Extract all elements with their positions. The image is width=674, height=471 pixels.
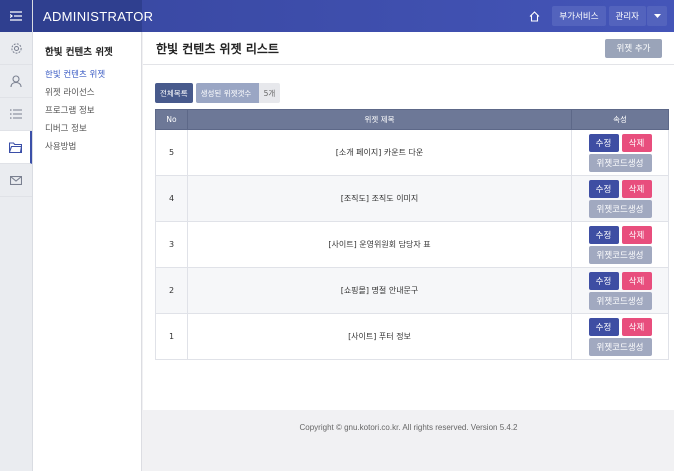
row-actions: 수정 삭제 위젯코드생성 xyxy=(571,267,669,314)
gear-icon[interactable] xyxy=(0,32,32,65)
edit-button[interactable]: 수정 xyxy=(588,225,619,244)
folder-icon[interactable] xyxy=(0,131,32,164)
sidebar-item-debug[interactable]: 디버그 정보 xyxy=(45,120,141,138)
row-title: [사이트] 푸터 정보 xyxy=(187,313,572,360)
table-row: 5 [소개 페이지] 카운트 다운 수정 삭제 위젯코드생성 xyxy=(155,129,669,176)
addons-button[interactable]: 부가서비스 xyxy=(552,6,606,26)
column-header-title: 위젯 제목 xyxy=(187,109,572,130)
page-title: 한빛 컨텐츠 위젯 리스트 xyxy=(156,41,279,56)
delete-button[interactable]: 삭제 xyxy=(621,225,652,244)
page-header: 한빛 컨텐츠 위젯 리스트 위젯 추가 xyxy=(143,32,674,65)
delete-button[interactable]: 삭제 xyxy=(621,271,652,290)
menu-toggle-icon[interactable] xyxy=(0,0,32,32)
chevron-down-icon[interactable] xyxy=(647,6,667,26)
filter-all-button[interactable]: 전체목록 xyxy=(155,83,193,103)
delete-button[interactable]: 삭제 xyxy=(621,179,652,198)
column-header-no: No xyxy=(155,109,188,130)
column-header-actions: 속성 xyxy=(571,109,669,130)
row-number: 4 xyxy=(155,175,188,222)
row-actions: 수정 삭제 위젯코드생성 xyxy=(571,313,669,360)
sidebar-item-program-info[interactable]: 프로그램 정보 xyxy=(45,102,141,120)
brand-logo[interactable]: ADMINISTRATOR xyxy=(33,0,153,32)
row-actions: 수정 삭제 위젯코드생성 xyxy=(571,221,669,268)
sidebar: 한빛 컨텐츠 위젯 한빛 컨텐츠 위젯 위젯 라이선스 프로그램 정보 디버그 … xyxy=(33,32,142,471)
main-area: 한빛 컨텐츠 위젯 리스트 위젯 추가 전체목록 생성된 위젯갯수 5개 No … xyxy=(143,32,674,471)
delete-button[interactable]: 삭제 xyxy=(621,133,652,152)
generate-code-button[interactable]: 위젯코드생성 xyxy=(588,337,652,356)
row-actions: 수정 삭제 위젯코드생성 xyxy=(571,129,669,176)
admin-button[interactable]: 관리자 xyxy=(608,6,646,26)
table-row: 1 [사이트] 푸터 정보 수정 삭제 위젯코드생성 xyxy=(155,313,669,360)
delete-button[interactable]: 삭제 xyxy=(621,317,652,336)
edit-button[interactable]: 수정 xyxy=(588,317,619,336)
row-actions: 수정 삭제 위젯코드생성 xyxy=(571,175,669,222)
row-number: 3 xyxy=(155,221,188,268)
table-row: 4 [조직도] 조직도 이미지 수정 삭제 위젯코드생성 xyxy=(155,175,669,222)
sidebar-item-license[interactable]: 위젯 라이선스 xyxy=(45,84,141,102)
content-panel: 전체목록 생성된 위젯갯수 5개 No 위젯 제목 속성 5 [소개 페이지] … xyxy=(143,65,674,410)
mail-icon[interactable] xyxy=(0,164,32,197)
widget-table: No 위젯 제목 속성 5 [소개 페이지] 카운트 다운 수정 삭제 위젯코드… xyxy=(155,109,669,360)
row-number: 1 xyxy=(155,313,188,360)
add-widget-button[interactable]: 위젯 추가 xyxy=(605,38,662,58)
top-navbar: ADMINISTRATOR 부가서비스 관리자 xyxy=(33,0,674,32)
generate-code-button[interactable]: 위젯코드생성 xyxy=(588,291,652,310)
widget-count-badge: 5개 xyxy=(258,83,281,103)
generate-code-button[interactable]: 위젯코드생성 xyxy=(588,199,652,218)
row-number: 2 xyxy=(155,267,188,314)
footer-copyright: Copyright © gnu.kotori.co.kr. All rights… xyxy=(299,423,518,432)
edit-button[interactable]: 수정 xyxy=(588,179,619,198)
row-title: [조직도] 조직도 이미지 xyxy=(187,175,572,222)
table-row: 3 [사이트] 운영위원회 담당자 표 수정 삭제 위젯코드생성 xyxy=(155,221,669,268)
home-icon[interactable] xyxy=(524,10,544,22)
row-title: [쇼핑몰] 명절 안내문구 xyxy=(187,267,572,314)
row-title: [소개 페이지] 카운트 다운 xyxy=(187,129,572,176)
filter-bar: 전체목록 생성된 위젯갯수 5개 xyxy=(155,83,670,103)
edit-button[interactable]: 수정 xyxy=(588,271,619,290)
row-number: 5 xyxy=(155,129,188,176)
generate-code-button[interactable]: 위젯코드생성 xyxy=(588,245,652,264)
sidebar-title: 한빛 컨텐츠 위젯 xyxy=(45,47,113,58)
icon-sidebar xyxy=(0,0,33,471)
row-title: [사이트] 운영위원회 담당자 표 xyxy=(187,221,572,268)
table-row: 2 [쇼핑몰] 명절 안내문구 수정 삭제 위젯코드생성 xyxy=(155,267,669,314)
generate-code-button[interactable]: 위젯코드생성 xyxy=(588,153,652,172)
list-icon[interactable] xyxy=(0,98,32,131)
sidebar-item-usage[interactable]: 사용방법 xyxy=(45,138,141,156)
edit-button[interactable]: 수정 xyxy=(588,133,619,152)
sidebar-item-widget[interactable]: 한빛 컨텐츠 위젯 xyxy=(45,66,141,84)
filter-generated-button[interactable]: 생성된 위젯갯수 xyxy=(195,83,259,103)
user-icon[interactable] xyxy=(0,65,32,98)
